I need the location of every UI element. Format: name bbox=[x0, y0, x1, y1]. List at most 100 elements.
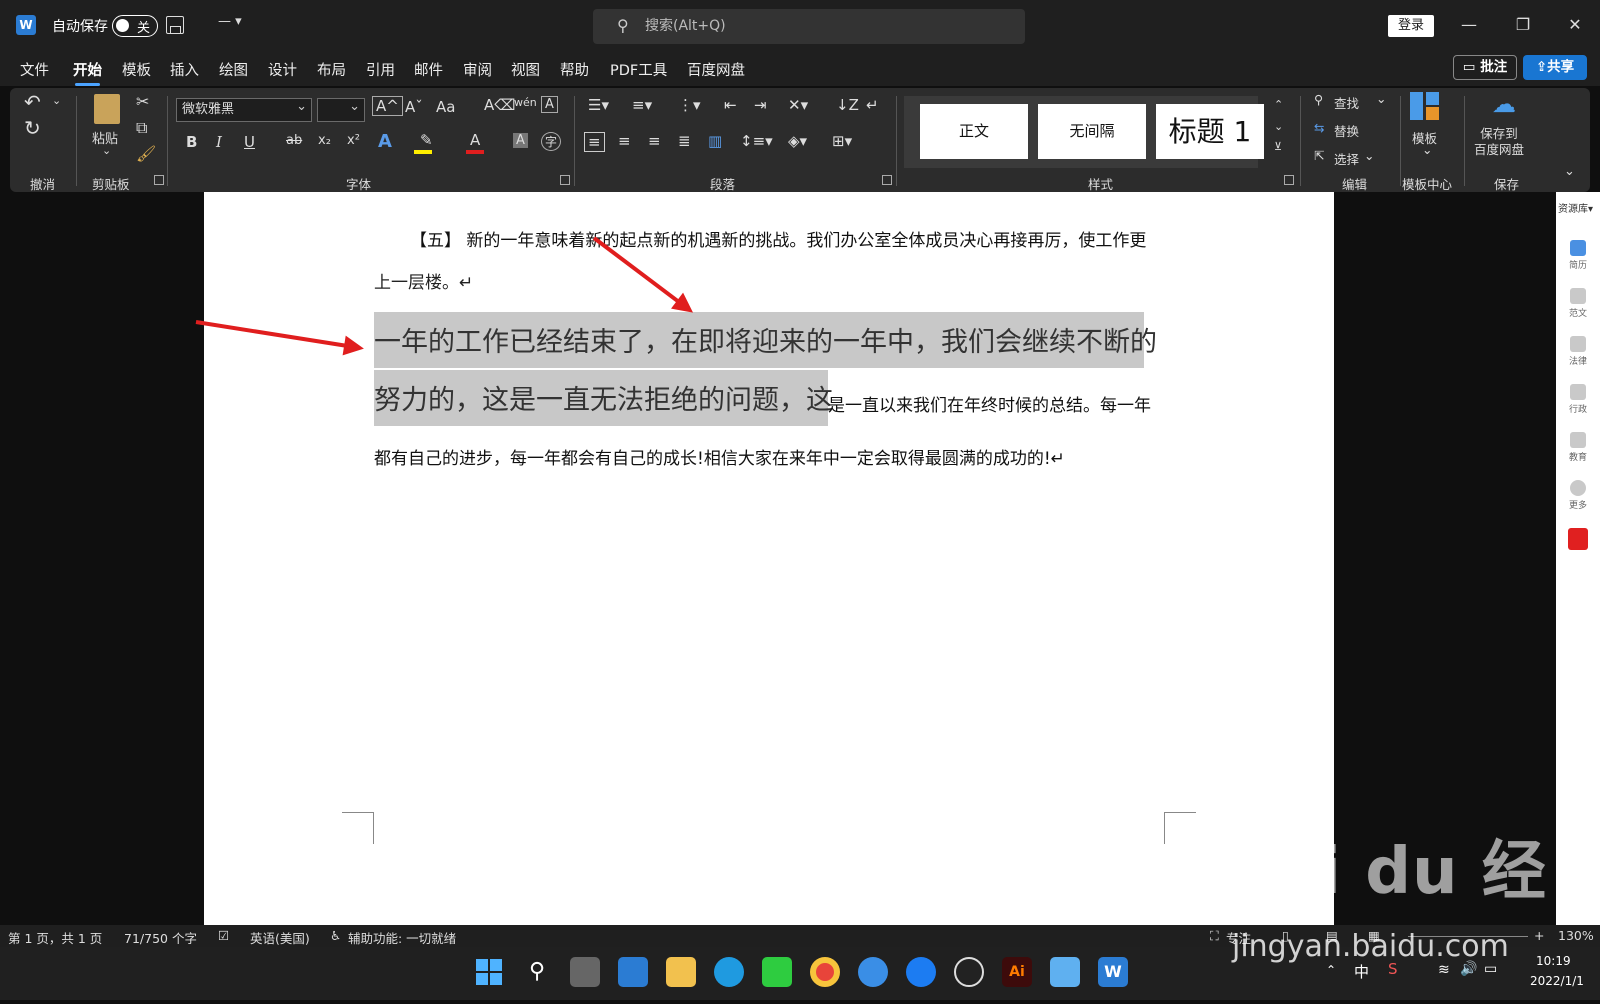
widgets-icon[interactable] bbox=[618, 957, 648, 987]
zoom-level[interactable]: 130% bbox=[1558, 928, 1594, 943]
side-item-samples[interactable]: 范文 bbox=[1562, 288, 1594, 319]
autosave-toggle[interactable]: 关 bbox=[112, 15, 158, 37]
paragraph-launcher-icon[interactable] bbox=[882, 175, 892, 185]
wechat-icon[interactable] bbox=[762, 957, 792, 987]
page-indicator[interactable]: 第 1 页，共 1 页 bbox=[8, 928, 102, 947]
tab-baidu-netdisk[interactable]: 百度网盘 bbox=[687, 59, 745, 80]
illustrator-icon[interactable]: Ai bbox=[1002, 957, 1032, 987]
select-dropdown-icon[interactable]: ⌄ bbox=[1364, 148, 1374, 163]
start-icon[interactable] bbox=[474, 957, 504, 987]
notepad-icon[interactable] bbox=[1050, 957, 1080, 987]
align-center-icon[interactable]: ≡ bbox=[618, 132, 631, 150]
tray-overflow-icon[interactable]: ⌃ bbox=[1326, 963, 1336, 977]
side-item-more[interactable]: 更多 bbox=[1562, 480, 1594, 511]
search-input[interactable] bbox=[643, 15, 1003, 37]
subscript-icon[interactable]: x₂ bbox=[318, 133, 331, 148]
clear-formatting-icon[interactable]: A⌫ bbox=[484, 96, 515, 114]
word-count[interactable]: 71/750 个字 bbox=[124, 928, 197, 947]
browser-icon[interactable] bbox=[906, 957, 936, 987]
minimize-icon[interactable]: — bbox=[1454, 12, 1484, 38]
collapse-ribbon-icon[interactable]: ⌄ bbox=[1564, 164, 1575, 179]
tab-draw[interactable]: 绘图 bbox=[219, 59, 248, 80]
superscript-icon[interactable]: x² bbox=[347, 133, 360, 148]
line-spacing-icon[interactable]: ↕≡▾ bbox=[740, 132, 773, 150]
copy-icon[interactable]: ⧉ bbox=[136, 118, 147, 138]
proofing-icon[interactable]: ☑ bbox=[218, 928, 229, 943]
paste-icon[interactable] bbox=[94, 94, 120, 124]
phonetic-guide-icon[interactable]: wén bbox=[514, 96, 537, 109]
close-icon[interactable]: ✕ bbox=[1560, 12, 1590, 38]
customize-toolbar-button[interactable]: — ▾ bbox=[218, 14, 242, 29]
tab-home[interactable]: 开始 bbox=[73, 59, 102, 86]
find-dropdown-icon[interactable]: ⌄ bbox=[1376, 91, 1386, 106]
chrome-icon[interactable] bbox=[810, 957, 840, 987]
undo-icon[interactable]: ↶ bbox=[24, 90, 41, 114]
highlight-color-icon[interactable]: ✎ bbox=[420, 131, 433, 149]
edge-icon[interactable] bbox=[714, 957, 744, 987]
bullets-icon[interactable]: ☰▾ bbox=[588, 96, 609, 114]
side-item-law[interactable]: 法律 bbox=[1562, 336, 1594, 367]
tab-pdf-tools[interactable]: PDF工具 bbox=[610, 59, 667, 80]
align-left-icon[interactable]: ≡ bbox=[584, 132, 605, 152]
change-case-button[interactable]: Aa bbox=[436, 98, 455, 116]
shrink-font-icon[interactable]: Aˇ bbox=[405, 98, 423, 116]
red-packet-icon[interactable] bbox=[1568, 528, 1588, 550]
font-name-select[interactable]: 微软雅黑 bbox=[176, 96, 312, 122]
cut-icon[interactable]: ✂ bbox=[136, 92, 149, 111]
ime-indicator[interactable]: 中 bbox=[1354, 961, 1369, 982]
wifi-icon[interactable]: ≋ bbox=[1438, 962, 1450, 978]
side-item-resume[interactable]: 简历 bbox=[1562, 240, 1594, 271]
select-button[interactable]: 选择 bbox=[1334, 149, 1359, 168]
qq-icon[interactable] bbox=[954, 957, 984, 987]
sort-icon[interactable]: ↓Z bbox=[836, 96, 859, 114]
tab-help[interactable]: 帮助 bbox=[560, 59, 589, 80]
baidu-netdisk-icon[interactable]: ☁ bbox=[1492, 90, 1516, 118]
show-marks-icon[interactable]: ↵ bbox=[866, 96, 879, 114]
decrease-indent-icon[interactable]: ⇤ bbox=[724, 96, 737, 114]
justify-icon[interactable]: ≣ bbox=[678, 132, 691, 150]
enclose-characters-icon[interactable]: 字 bbox=[541, 132, 562, 151]
font-size-select[interactable] bbox=[317, 96, 365, 122]
find-button[interactable]: 查找 bbox=[1334, 93, 1359, 112]
tab-templates[interactable]: 模板 bbox=[122, 59, 151, 80]
style-normal[interactable]: 正文 bbox=[920, 104, 1028, 159]
tab-review[interactable]: 审阅 bbox=[463, 59, 492, 80]
format-painter-icon[interactable]: 🖌 bbox=[136, 144, 156, 163]
template-icon[interactable] bbox=[1410, 92, 1440, 122]
styles-scroll-down-icon[interactable]: ⌄ bbox=[1274, 120, 1283, 133]
tab-mailings[interactable]: 邮件 bbox=[414, 59, 443, 80]
side-item-admin[interactable]: 行政 bbox=[1562, 384, 1594, 415]
align-right-icon[interactable]: ≡ bbox=[648, 132, 661, 150]
shading-icon[interactable]: ◈▾ bbox=[788, 132, 807, 150]
text-effects-icon[interactable]: A bbox=[378, 131, 392, 152]
clock-time[interactable]: 10:19 bbox=[1536, 954, 1571, 968]
paste-dropdown-icon[interactable]: ⌄ bbox=[102, 144, 111, 157]
document-page[interactable]: 【五】 新的一年意味着新的起点新的机遇新的挑战。我们办公室全体成员决心再接再厉，… bbox=[204, 192, 1334, 925]
tab-insert[interactable]: 插入 bbox=[170, 59, 199, 80]
save-to-baidu-button[interactable]: 保存到 百度网盘 bbox=[1474, 126, 1524, 158]
zoom-in-icon[interactable]: + bbox=[1534, 928, 1544, 943]
tab-design[interactable]: 设计 bbox=[268, 59, 297, 80]
feishu-icon[interactable] bbox=[858, 957, 888, 987]
task-view-icon[interactable] bbox=[570, 957, 600, 987]
styles-more-icon[interactable]: ⊻ bbox=[1274, 140, 1282, 153]
tab-layout[interactable]: 布局 bbox=[317, 59, 346, 80]
distributed-icon[interactable]: ▥ bbox=[708, 132, 722, 150]
replace-button[interactable]: 替换 bbox=[1334, 121, 1359, 140]
save-icon[interactable] bbox=[166, 16, 184, 34]
clock-date[interactable]: 2022/1/1 bbox=[1530, 974, 1584, 988]
share-button[interactable]: ⇪共享 bbox=[1523, 55, 1587, 80]
underline-icon[interactable]: U bbox=[244, 133, 255, 151]
search-taskbar-icon[interactable]: ⚲ bbox=[522, 957, 552, 987]
font-color-icon[interactable]: A bbox=[470, 131, 480, 149]
tab-file[interactable]: 文件 bbox=[20, 59, 49, 80]
bold-icon[interactable]: B bbox=[186, 133, 197, 151]
style-no-spacing[interactable]: 无间隔 bbox=[1038, 104, 1146, 159]
redo-icon[interactable]: ↻ bbox=[24, 116, 41, 140]
clipboard-launcher-icon[interactable] bbox=[154, 175, 164, 185]
chinese-layout-icon[interactable]: ✕▾ bbox=[788, 96, 808, 114]
tab-references[interactable]: 引用 bbox=[366, 59, 395, 80]
resource-panel-header[interactable]: 资源库▾ bbox=[1558, 200, 1593, 215]
language-indicator[interactable]: 英语(美国) bbox=[250, 928, 310, 947]
style-heading-1[interactable]: 标题 1 bbox=[1156, 104, 1264, 159]
